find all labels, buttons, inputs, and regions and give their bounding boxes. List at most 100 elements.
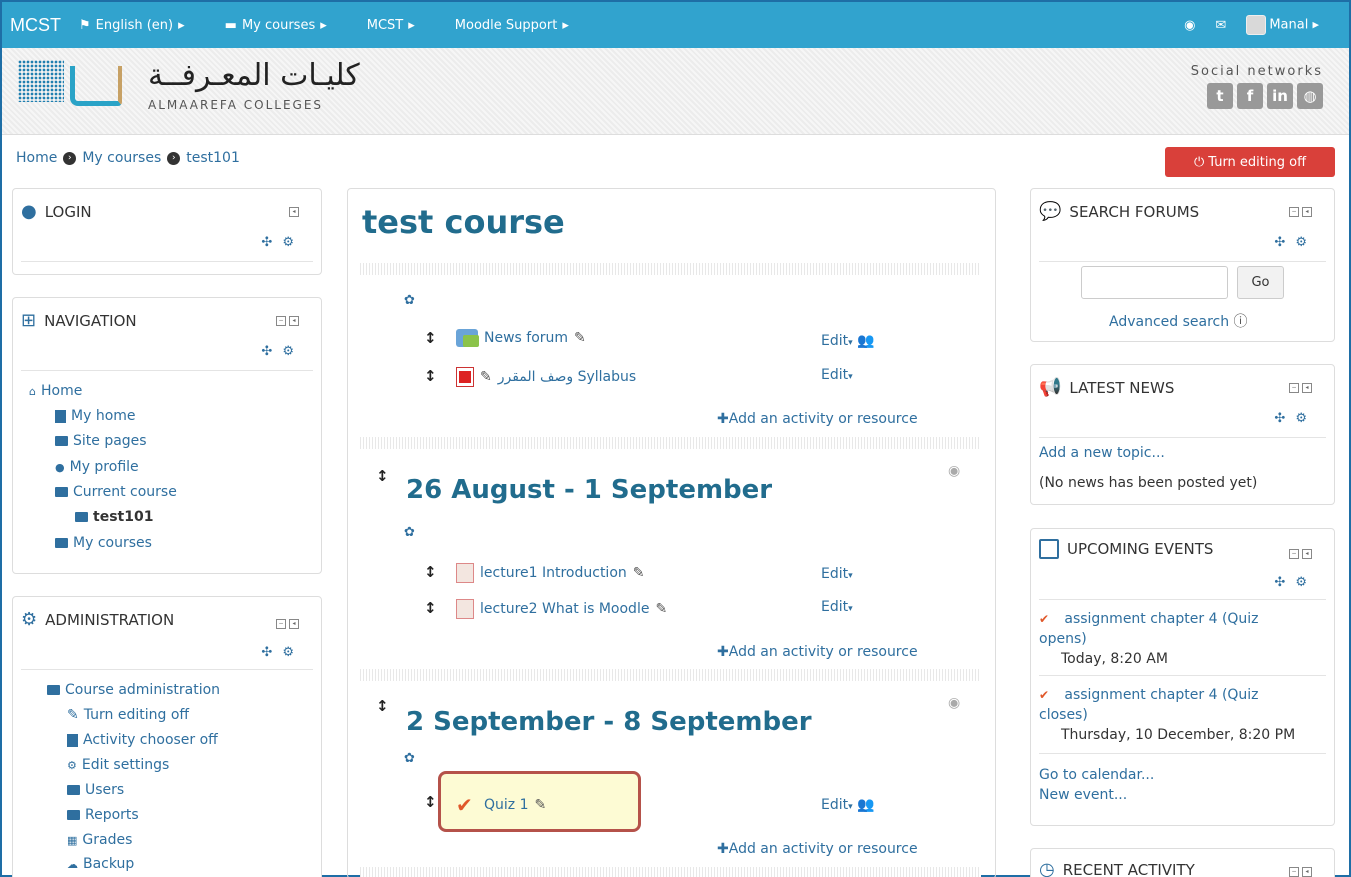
admin-turn-editing-off[interactable]: ✎ Turn editing off — [67, 707, 189, 723]
groups-icon[interactable]: 👥 — [857, 333, 874, 349]
activity-syllabus[interactable]: ✎ وصف المقرر Syllabus — [456, 367, 636, 387]
dock-icon[interactable]: ◂ — [1302, 383, 1312, 393]
add-activity-link[interactable]: ✚Add an activity or resource — [717, 841, 918, 857]
college-logo[interactable]: كليـات المعـرفــة ALMAAREFA COLLEGES — [18, 58, 378, 125]
notification-icon[interactable]: ◉ — [1184, 18, 1195, 33]
add-activity-link[interactable]: ✚Add an activity or resource — [717, 411, 918, 427]
pencil-icon[interactable]: ✎ — [655, 601, 667, 617]
move-config-icon[interactable]: ✣ ⚙ — [1274, 575, 1310, 590]
breadcrumb-course[interactable]: test101 — [186, 150, 240, 166]
search-input[interactable] — [1081, 266, 1228, 299]
dock-icon[interactable]: ◂ — [289, 316, 299, 326]
admin-edit-settings[interactable]: ⚙ Edit settings — [67, 757, 169, 773]
admin-activity-chooser-off[interactable]: Activity chooser off — [67, 732, 218, 748]
move-handle-icon[interactable]: ↕ — [376, 467, 389, 485]
twitter-icon[interactable]: t — [1207, 83, 1233, 109]
linkedin-icon[interactable]: in — [1267, 83, 1293, 109]
admin-reports[interactable]: Reports — [67, 807, 139, 823]
event-item-cont[interactable]: opens) — [1039, 631, 1087, 647]
dock-icon[interactable]: ◂ — [289, 207, 299, 217]
hide-icon[interactable]: − — [1289, 867, 1299, 877]
event-item-cont[interactable]: closes) — [1039, 707, 1088, 723]
pencil-icon[interactable]: ✎ — [574, 330, 586, 346]
pencil-icon[interactable]: ✎ — [535, 797, 547, 813]
dock-icon[interactable]: ◂ — [1302, 867, 1312, 877]
nav-item-my-home[interactable]: My home — [55, 408, 136, 424]
edit-menu[interactable]: Edit▾ — [821, 599, 853, 615]
dribbble-icon[interactable]: ◍ — [1297, 83, 1323, 109]
add-topic-link[interactable]: Add a new topic... — [1039, 445, 1165, 461]
nav-item-my-profile[interactable]: ● My profile — [55, 459, 139, 475]
move-handle-icon[interactable]: ↕ — [424, 563, 437, 581]
go-to-calendar-link[interactable]: Go to calendar... — [1039, 767, 1154, 783]
dock-icon[interactable]: ◂ — [1302, 549, 1312, 559]
user-menu[interactable]: Manal ▸ — [1246, 15, 1319, 35]
message-icon[interactable]: ✉ — [1215, 18, 1226, 33]
move-handle-icon[interactable]: ↕ — [424, 599, 437, 617]
admin-course-administration[interactable]: Course administration — [47, 682, 220, 698]
eye-icon[interactable]: ◉ — [948, 463, 960, 479]
mcst-menu[interactable]: MCST ▸ — [367, 18, 415, 33]
go-button[interactable]: Go — [1237, 266, 1284, 299]
support-menu[interactable]: Moodle Support ▸ — [455, 18, 569, 33]
hide-icon[interactable]: − — [1289, 207, 1299, 217]
move-handle-icon[interactable]: ↕ — [424, 367, 437, 385]
edit-menu[interactable]: Edit▾ — [821, 566, 853, 582]
move-handle-icon[interactable]: ↕ — [424, 329, 437, 347]
hide-icon[interactable]: − — [1289, 383, 1299, 393]
folder-icon — [55, 538, 68, 548]
add-activity-link[interactable]: ✚Add an activity or resource — [717, 644, 918, 660]
help-icon[interactable]: ⓘ — [1229, 314, 1248, 330]
activity-lecture1[interactable]: lecture1 Introduction ✎ — [456, 563, 645, 583]
section-settings-icon[interactable]: ✿ — [404, 293, 415, 308]
dock-icon[interactable]: ◂ — [289, 619, 299, 629]
event-item[interactable]: ✔ assignment chapter 4 (Quiz — [1039, 687, 1259, 703]
move-config-icon[interactable]: ✣ ⚙ — [261, 645, 297, 660]
edit-menu[interactable]: Edit▾ — [821, 367, 853, 383]
admin-grades[interactable]: ▦ Grades — [67, 832, 132, 848]
admin-users[interactable]: Users — [67, 782, 124, 798]
hide-icon[interactable]: − — [276, 619, 286, 629]
avatar — [1246, 15, 1267, 35]
nav-item-test101[interactable]: test101 — [75, 509, 153, 525]
admin-backup[interactable]: ☁ Backup — [67, 856, 134, 872]
advanced-search-link[interactable]: Advanced search ⓘ — [1109, 311, 1248, 331]
pencil-icon[interactable]: ✎ — [633, 565, 645, 581]
move-config-icon[interactable]: ✣ ⚙ — [261, 235, 297, 250]
move-config-icon[interactable]: ✣ ⚙ — [261, 344, 297, 359]
section-settings-icon[interactable]: ✿ — [404, 751, 415, 766]
move-config-icon[interactable]: ✣ ⚙ — [1274, 411, 1310, 426]
breadcrumb-my-courses[interactable]: My courses — [82, 150, 161, 166]
dock-icon[interactable]: ◂ — [1302, 207, 1312, 217]
nav-item-my-courses[interactable]: My courses — [55, 535, 152, 551]
activity-quiz-1[interactable]: ✔ Quiz 1 ✎ — [456, 795, 546, 815]
my-courses-menu[interactable]: ▬ My courses ▸ — [225, 18, 327, 33]
activity-lecture2[interactable]: lecture2 What is Moodle ✎ — [456, 599, 667, 619]
pencil-icon[interactable]: ✎ — [480, 369, 492, 385]
breadcrumb-home[interactable]: Home — [16, 150, 57, 166]
logo-dots-icon — [18, 60, 64, 102]
section-settings-icon[interactable]: ✿ — [404, 525, 415, 540]
nav-item-home[interactable]: ⌂ Home — [29, 383, 82, 399]
event-item[interactable]: ✔ assignment chapter 4 (Quiz — [1039, 611, 1259, 627]
activity-news-forum[interactable]: News forum ✎ — [456, 329, 586, 347]
nav-item-current-course[interactable]: Current course — [55, 484, 177, 500]
groups-icon[interactable]: 👥 — [857, 797, 874, 813]
folder-open-icon — [55, 487, 68, 497]
folder-icon — [67, 785, 80, 795]
language-menu[interactable]: ⚑ English (en) ▸ — [79, 18, 185, 33]
move-config-icon[interactable]: ✣ ⚙ — [1274, 235, 1310, 250]
hide-icon[interactable]: − — [1289, 549, 1299, 559]
hide-icon[interactable]: − — [276, 316, 286, 326]
move-handle-icon[interactable]: ↕ — [424, 793, 437, 811]
brand-link[interactable]: MCST — [10, 15, 61, 36]
nav-item-site-pages[interactable]: Site pages — [55, 433, 147, 449]
facebook-icon[interactable]: f — [1237, 83, 1263, 109]
move-handle-icon[interactable]: ↕ — [376, 697, 389, 715]
eye-icon[interactable]: ◉ — [948, 695, 960, 711]
new-event-link[interactable]: New event... — [1039, 787, 1127, 803]
edit-menu[interactable]: Edit▾ 👥 — [821, 333, 875, 349]
turn-editing-off-button[interactable]: ⏻ Turn editing off — [1165, 147, 1335, 177]
edit-menu[interactable]: Edit▾ 👥 — [821, 797, 875, 813]
course-content: test course ✿ ↕ News forum ✎ Edit▾ 👥 ↕ ✎ و… — [347, 188, 996, 877]
